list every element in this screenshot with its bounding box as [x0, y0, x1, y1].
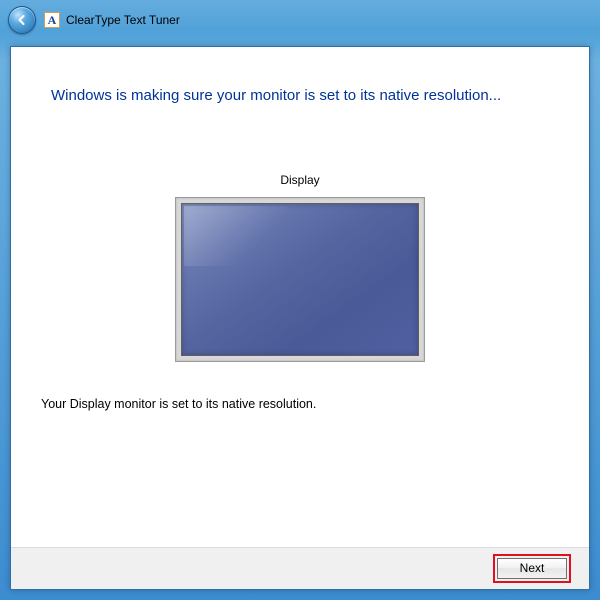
next-button[interactable]: Next [497, 558, 567, 579]
footer: Next [11, 547, 589, 589]
content: Windows is making sure your monitor is s… [11, 47, 589, 547]
display-label: Display [11, 173, 589, 187]
app-icon-glyph: A [48, 14, 57, 26]
app-icon: A [44, 12, 60, 28]
status-text: Your Display monitor is set to its nativ… [41, 397, 316, 411]
next-button-highlight: Next [493, 554, 571, 583]
window-title: ClearType Text Tuner [66, 13, 180, 27]
client-area: Windows is making sure your monitor is s… [10, 46, 590, 590]
monitor-graphic [175, 197, 425, 362]
page-heading: Windows is making sure your monitor is s… [51, 87, 569, 104]
back-button[interactable] [8, 6, 36, 34]
monitor-bezel [175, 197, 425, 362]
window-frame: A ClearType Text Tuner Windows is making… [0, 0, 600, 600]
monitor-screen [181, 203, 419, 356]
titlebar: A ClearType Text Tuner [0, 0, 600, 40]
arrow-left-icon [15, 13, 29, 27]
